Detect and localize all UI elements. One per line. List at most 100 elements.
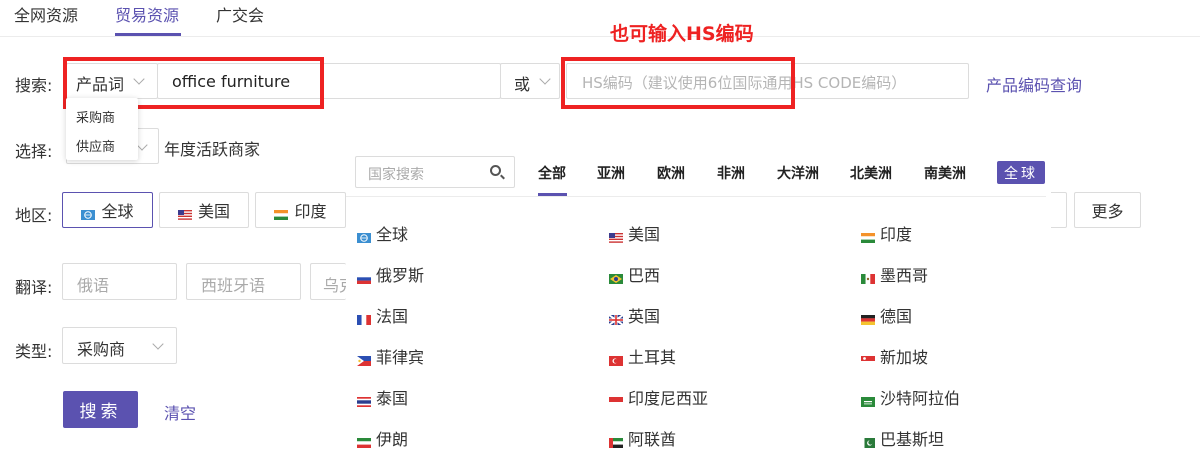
search-label: 搜索: xyxy=(15,76,53,95)
type-select[interactable]: 采购商 xyxy=(62,327,177,364)
region-more-button[interactable]: 更多 xyxy=(1074,192,1141,228)
region-button-india[interactable]: 印度 xyxy=(255,192,346,228)
continent-tab-all[interactable]: 全部 xyxy=(538,163,566,183)
chevron-down-icon xyxy=(152,338,164,350)
search-type-select[interactable]: 产品词 xyxy=(66,63,158,99)
us-flag-icon xyxy=(609,228,623,243)
uk-flag-icon xyxy=(608,310,624,326)
country-search-placeholder: 国家搜索 xyxy=(368,167,424,183)
translate-field-spanish[interactable]: 西班牙语 xyxy=(186,263,301,300)
dropdown-option-buyer[interactable]: 采购商 xyxy=(76,107,115,126)
uae-flag-icon xyxy=(609,433,623,448)
keyword-input-value: office furniture xyxy=(172,72,291,91)
country-name: 菲律宾 xyxy=(376,348,425,367)
translate-field-russian[interactable]: 俄语 xyxy=(62,263,177,300)
country-item-turkey[interactable]: 土耳其 xyxy=(609,344,676,368)
chevron-down-icon xyxy=(133,73,145,85)
nav-tab-trade-resources[interactable]: 贸易资源 xyxy=(115,2,179,26)
dropdown-option-supplier[interactable]: 供应商 xyxy=(76,136,115,155)
annotation-text: 也可输入HS编码 xyxy=(610,23,754,45)
select-label: 选择: xyxy=(15,142,53,161)
country-item-france[interactable]: 法国 xyxy=(357,303,408,327)
continent-tab-divider xyxy=(346,196,1046,197)
search-button[interactable]: 搜索 xyxy=(63,391,138,428)
nav-tab-canton-fair[interactable]: 广交会 xyxy=(216,2,264,26)
country-name: 新加坡 xyxy=(880,348,929,367)
brazil-flag-icon xyxy=(609,269,623,284)
country-item-us[interactable]: 美国 xyxy=(609,221,660,245)
search-icon[interactable] xyxy=(490,165,501,176)
or-label: 或 xyxy=(514,75,531,94)
russia-flag-icon xyxy=(357,269,371,284)
country-item-thailand[interactable]: 泰国 xyxy=(357,385,408,409)
country-name: 美国 xyxy=(628,225,661,244)
region-row-edge xyxy=(1051,192,1067,228)
continent-tab-europe[interactable]: 欧洲 xyxy=(657,163,685,183)
translate-placeholder: 俄语 xyxy=(77,276,110,295)
chevron-down-icon xyxy=(136,139,148,151)
country-name: 泰国 xyxy=(376,389,409,408)
country-name: 法国 xyxy=(376,307,409,326)
country-item-mexico[interactable]: 墨西哥 xyxy=(861,262,928,286)
country-item-russia[interactable]: 俄罗斯 xyxy=(357,262,424,286)
country-name: 英国 xyxy=(628,307,661,326)
country-name: 土耳其 xyxy=(628,348,677,367)
type-label: 类型: xyxy=(15,342,53,361)
type-select-value: 采购商 xyxy=(77,340,126,359)
france-flag-icon xyxy=(357,310,371,325)
country-item-germany[interactable]: 德国 xyxy=(861,303,912,327)
country-item-singapore[interactable]: 新加坡 xyxy=(861,344,928,368)
india-flag-icon xyxy=(274,205,289,220)
continent-tab-oceania[interactable]: 大洋洲 xyxy=(777,163,819,183)
country-name: 墨西哥 xyxy=(880,266,929,285)
country-item-brazil[interactable]: 巴西 xyxy=(609,262,660,286)
country-item-uk[interactable]: 英国 xyxy=(608,303,661,327)
country-item-pakistan[interactable]: 巴基斯坦 xyxy=(861,426,944,450)
continent-tab-south-america[interactable]: 南美洲 xyxy=(924,163,966,183)
continent-tab-africa[interactable]: 非洲 xyxy=(717,163,745,183)
iran-flag-icon xyxy=(357,433,371,448)
nav-tab-all-resources[interactable]: 全网资源 xyxy=(14,2,78,26)
country-item-global[interactable]: 全球 xyxy=(357,221,408,245)
translate-placeholder: 乌克 xyxy=(323,276,346,295)
country-item-indonesia[interactable]: 印度尼西亚 xyxy=(609,385,708,409)
country-item-india[interactable]: 印度 xyxy=(861,221,912,245)
nav-divider xyxy=(0,36,1200,37)
country-item-philippines[interactable]: 菲律宾 xyxy=(357,344,424,368)
india-flag-icon xyxy=(861,228,875,243)
country-search-input[interactable]: 国家搜索 xyxy=(355,156,515,188)
singapore-flag-icon xyxy=(861,351,875,366)
germany-flag-icon xyxy=(861,310,875,325)
thailand-flag-icon xyxy=(357,392,371,407)
pakistan-flag-icon xyxy=(861,433,875,448)
translate-field-ukrainian[interactable]: 乌克 xyxy=(310,263,346,300)
globe-icon xyxy=(81,205,96,220)
country-name: 沙特阿拉伯 xyxy=(880,389,961,408)
country-name: 德国 xyxy=(880,307,913,326)
indonesia-flag-icon xyxy=(609,392,623,407)
region-button-label: 全球 xyxy=(101,202,134,221)
keyword-input[interactable]: office furniture xyxy=(157,63,501,99)
country-item-uae[interactable]: 阿联酋 xyxy=(609,426,676,450)
search-type-dropdown: 采购商 供应商 xyxy=(66,98,138,160)
country-item-iran[interactable]: 伊朗 xyxy=(357,426,408,450)
country-item-saudi-arabia[interactable]: 沙特阿拉伯 xyxy=(861,385,960,409)
continent-tab-asia[interactable]: 亚洲 xyxy=(597,163,625,183)
mexico-flag-icon xyxy=(861,269,875,284)
or-select[interactable]: 或 xyxy=(500,63,560,99)
global-tag-button[interactable]: 全球 xyxy=(997,161,1045,184)
country-name: 阿联酋 xyxy=(628,430,677,449)
translate-placeholder: 西班牙语 xyxy=(201,276,266,295)
hs-code-input[interactable]: HS编码（建议使用6位国际通用HS CODE编码） xyxy=(566,63,969,99)
region-button-global[interactable]: 全球 xyxy=(62,192,153,228)
hs-lookup-link[interactable]: 产品编码查询 xyxy=(986,72,1082,96)
country-name: 俄罗斯 xyxy=(376,266,425,285)
active-merchant-label: 年度活跃商家 xyxy=(164,140,261,159)
country-name: 印度尼西亚 xyxy=(628,389,709,408)
region-button-label: 美国 xyxy=(197,202,230,221)
region-label: 地区: xyxy=(15,206,53,225)
continent-tab-north-america[interactable]: 北美洲 xyxy=(850,163,892,183)
clear-link[interactable]: 清空 xyxy=(164,400,196,424)
region-button-us[interactable]: 美国 xyxy=(159,192,249,228)
country-name: 伊朗 xyxy=(376,430,409,449)
